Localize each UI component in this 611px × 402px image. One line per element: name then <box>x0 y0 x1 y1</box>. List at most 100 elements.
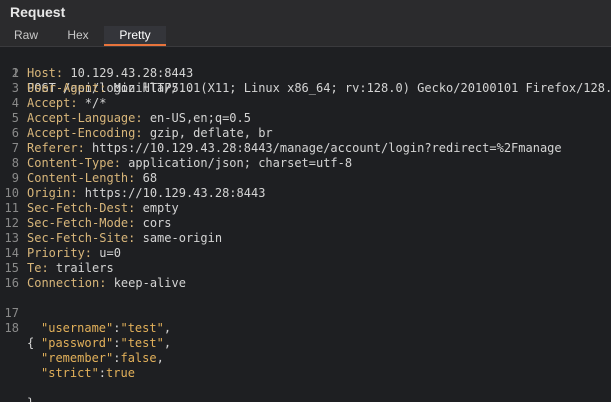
json-value: "test" <box>120 336 164 350</box>
line-number: 10 <box>4 186 19 200</box>
header-line: 10 Origin: https://10.129.43.28:8443 <box>0 186 611 201</box>
json-field: "username":"test", <box>41 321 171 336</box>
header-name: Sec-Fetch-Site: <box>27 231 136 245</box>
header-line: 14 Priority: u=0 <box>0 246 611 261</box>
header-line: 12 Sec-Fetch-Mode: cors <box>0 216 611 231</box>
header-value: application/json; charset=utf-8 <box>120 156 353 170</box>
header-name: Host: <box>27 66 64 80</box>
header-name: Accept-Language: <box>27 111 143 125</box>
line-number: 14 <box>4 246 19 260</box>
header-value: Mozilla/5.0 (X11; Linux x86_64; rv:128.0… <box>106 81 611 95</box>
json-field: "strict":true <box>41 366 135 381</box>
json-close-brace: } <box>27 396 34 402</box>
header-content: Content-Length: 68 <box>27 171 157 186</box>
header-value: en-US,en;q=0.5 <box>142 111 251 125</box>
header-name: Content-Length: <box>27 171 136 185</box>
json-key: "remember" <box>41 351 114 365</box>
line-number: 16 <box>4 276 19 290</box>
header-value: https://10.129.43.28:8443/manage/account… <box>84 141 562 155</box>
header-name: Accept: <box>27 96 78 110</box>
header-name: User-Agent: <box>27 81 107 95</box>
header-value: 10.129.43.28:8443 <box>63 66 194 80</box>
header-value: */* <box>77 96 107 110</box>
tab-raw[interactable]: Raw <box>0 26 52 45</box>
header-content: User-Agent: Mozilla/5.0 (X11; Linux x86_… <box>27 81 611 96</box>
header-line: 7 Referer: https://10.129.43.28:8443/mana… <box>0 141 611 156</box>
line-number: 3 <box>11 81 19 95</box>
panel-title: Request <box>10 4 66 20</box>
view-tabbar: Raw Hex Pretty <box>0 26 611 47</box>
line-number: 15 <box>4 261 19 275</box>
json-key: "strict" <box>41 366 99 380</box>
line-number: 7 <box>11 141 19 155</box>
json-comma: , <box>163 321 172 335</box>
json-comma: , <box>163 336 172 350</box>
header-content: Te: trailers <box>27 261 114 276</box>
header-content: Accept: */* <box>27 96 106 111</box>
json-field-line: "password":"test", <box>0 336 611 351</box>
header-content: Accept-Encoding: gzip, deflate, br <box>27 126 273 141</box>
json-field: "password":"test", <box>41 336 171 351</box>
header-name: Referer: <box>27 141 85 155</box>
header-value: gzip, deflate, br <box>142 126 273 140</box>
line-number: 5 <box>11 111 19 125</box>
line-number: 11 <box>4 201 19 215</box>
header-name: Sec-Fetch-Dest: <box>27 201 136 215</box>
header-content: Origin: https://10.129.43.28:8443 <box>27 186 265 201</box>
json-colon: : <box>98 366 107 380</box>
tab-hex[interactable]: Hex <box>52 26 104 45</box>
header-name: Content-Type: <box>27 156 121 170</box>
header-line: 4 Accept: */* <box>0 96 611 111</box>
json-value: false <box>120 351 157 365</box>
header-line: 9 Content-Length: 68 <box>0 171 611 186</box>
header-name: Connection: <box>27 276 107 290</box>
header-line: 3 User-Agent: Mozilla/5.0 (X11; Linux x86… <box>0 81 611 96</box>
body-close-line: } <box>0 381 611 402</box>
header-value: https://10.129.43.28:8443 <box>77 186 266 200</box>
line-number: 2 <box>11 66 19 80</box>
header-line: 2 Host: 10.129.43.28:8443 <box>0 66 611 81</box>
header-content: Sec-Fetch-Site: same-origin <box>27 231 222 246</box>
header-line: 8 Content-Type: application/json; charset… <box>0 156 611 171</box>
json-key: "username" <box>41 321 114 335</box>
header-content: Priority: u=0 <box>27 246 121 261</box>
header-line: 16 Connection: keep-alive <box>0 276 611 291</box>
line-number: 4 <box>11 96 19 110</box>
header-line: 13 Sec-Fetch-Site: same-origin <box>0 231 611 246</box>
header-content: Sec-Fetch-Mode: cors <box>27 216 172 231</box>
json-value: true <box>106 366 135 380</box>
request-line: 1 POST /api/login HTTP/1.1 <box>0 51 611 95</box>
header-name: Accept-Encoding: <box>27 126 143 140</box>
line-number: 8 <box>11 156 19 170</box>
line-number: 13 <box>4 231 19 245</box>
header-content: Referer: https://10.129.43.28:8443/manag… <box>27 141 562 156</box>
json-field: "remember":false, <box>41 351 164 366</box>
json-field-line: "remember":false, <box>0 351 611 366</box>
header-value: u=0 <box>92 246 121 260</box>
header-value: cors <box>135 216 172 230</box>
header-name: Sec-Fetch-Mode: <box>27 216 136 230</box>
header-content: Accept-Language: en-US,en;q=0.5 <box>27 111 251 126</box>
header-name: Origin: <box>27 186 78 200</box>
request-lines: 1 POST /api/login HTTP/1.1 2 Host: 10.129… <box>0 51 611 402</box>
line-number: 6 <box>11 126 19 140</box>
header-name: Te: <box>27 261 49 275</box>
line-number: 12 <box>4 216 19 230</box>
request-editor[interactable]: 1 POST /api/login HTTP/1.1 2 Host: 10.129… <box>0 47 611 402</box>
json-value: "test" <box>120 321 164 335</box>
request-panel-header: Request <box>0 0 611 26</box>
header-name: Priority: <box>27 246 93 260</box>
header-line: 6 Accept-Encoding: gzip, deflate, br <box>0 126 611 141</box>
json-comma: , <box>156 351 164 365</box>
header-content: Content-Type: application/json; charset=… <box>27 156 352 171</box>
header-value: same-origin <box>135 231 223 245</box>
json-field-line: "username":"test", <box>0 321 611 336</box>
header-content: Sec-Fetch-Dest: empty <box>27 201 179 216</box>
blank-line: 17 <box>0 291 611 320</box>
header-line: 15 Te: trailers <box>0 261 611 276</box>
line-number: 9 <box>11 171 19 185</box>
json-key: "password" <box>41 336 114 350</box>
json-field-line: "strict":true <box>0 366 611 381</box>
tab-pretty[interactable]: Pretty <box>104 26 166 46</box>
header-line: 5 Accept-Language: en-US,en;q=0.5 <box>0 111 611 126</box>
